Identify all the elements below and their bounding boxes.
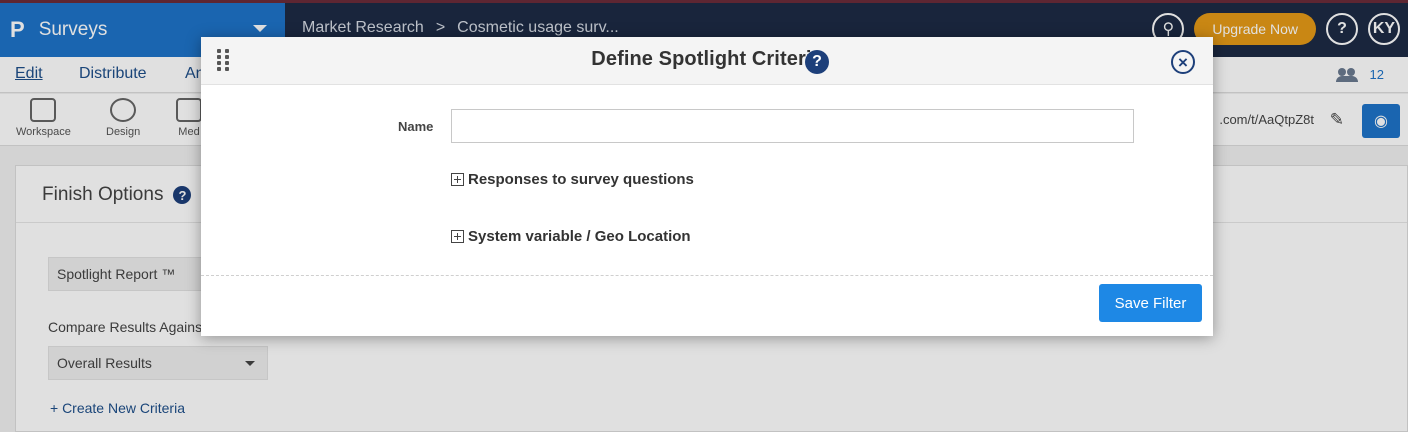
help-icon[interactable]: ? xyxy=(805,50,829,74)
dialog-footer-divider xyxy=(201,275,1213,276)
name-label: Name xyxy=(398,119,434,134)
system-variable-section-toggle[interactable]: System variable / Geo Location xyxy=(451,228,691,245)
close-icon[interactable]: × xyxy=(1171,50,1195,74)
responses-section-toggle[interactable]: Responses to survey questions xyxy=(451,171,694,188)
expand-icon xyxy=(451,230,464,243)
responses-section-label: Responses to survey questions xyxy=(468,171,694,188)
dialog-header: Define Spotlight Criteria ? × xyxy=(201,37,1213,85)
expand-icon xyxy=(451,173,464,186)
dialog-title: Define Spotlight Criteria xyxy=(591,48,823,70)
name-input[interactable] xyxy=(451,109,1134,143)
define-spotlight-criteria-dialog: Define Spotlight Criteria ? × Name Respo… xyxy=(201,37,1213,336)
system-variable-section-label: System variable / Geo Location xyxy=(468,228,691,245)
save-filter-button[interactable]: Save Filter xyxy=(1099,284,1202,322)
